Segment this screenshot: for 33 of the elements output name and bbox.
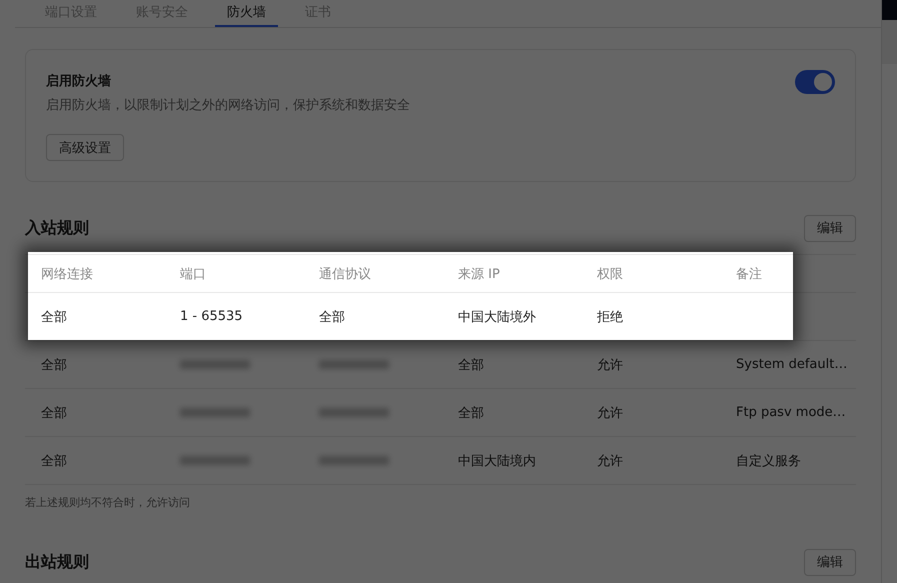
- table-cell-text: 全部: [458, 356, 485, 374]
- table-cell-text: 允许: [597, 452, 624, 470]
- toggle-switch[interactable]: [795, 70, 835, 94]
- table-cell-text: 全部: [319, 308, 346, 326]
- tab[interactable]: 防火墙: [215, 0, 278, 27]
- table-cell-text: 全部: [41, 404, 68, 422]
- card-description: 启用防火墙，以限制计划之外的网络访问，保护系统和数据安全: [46, 97, 410, 114]
- table-cell-text: 拒绝: [597, 308, 624, 326]
- section-title: 出站规则: [25, 552, 89, 572]
- table-cell-text: 中国大陆境外: [458, 308, 537, 326]
- table-cell-text: 全部: [458, 404, 485, 422]
- edit-button[interactable]: 编辑: [804, 214, 856, 242]
- section-title: 入站规则: [25, 218, 89, 238]
- table-cell-text: System default…: [736, 357, 848, 372]
- column-header: 网络连接: [41, 266, 94, 282]
- advanced-settings-button[interactable]: 高级设置: [46, 134, 124, 161]
- table-cell-text: 全部: [41, 452, 68, 470]
- column-header: 来源 IP: [458, 266, 501, 282]
- column-header: 通信协议: [319, 266, 372, 282]
- table-cell-text: 允许: [597, 356, 624, 374]
- edit-button[interactable]: 编辑: [804, 548, 856, 576]
- card-title: 启用防火墙: [46, 72, 112, 90]
- table-cell-text: 自定义服务: [736, 452, 802, 470]
- column-header: 备注: [736, 266, 763, 282]
- column-header: 端口: [180, 266, 207, 282]
- column-header: 权限: [597, 266, 624, 282]
- table-cell-text: 1 - 65535: [180, 309, 244, 324]
- table-cell-text: 全部: [41, 308, 68, 326]
- table-cell-text: 全部: [41, 356, 68, 374]
- table-cell-text: 中国大陆境内: [458, 452, 537, 470]
- footnote: 若上述规则均不符合时，允许访问: [25, 495, 191, 510]
- table-cell-text: 允许: [597, 404, 624, 422]
- table-cell-text: Ftp pasv mode…: [736, 405, 847, 420]
